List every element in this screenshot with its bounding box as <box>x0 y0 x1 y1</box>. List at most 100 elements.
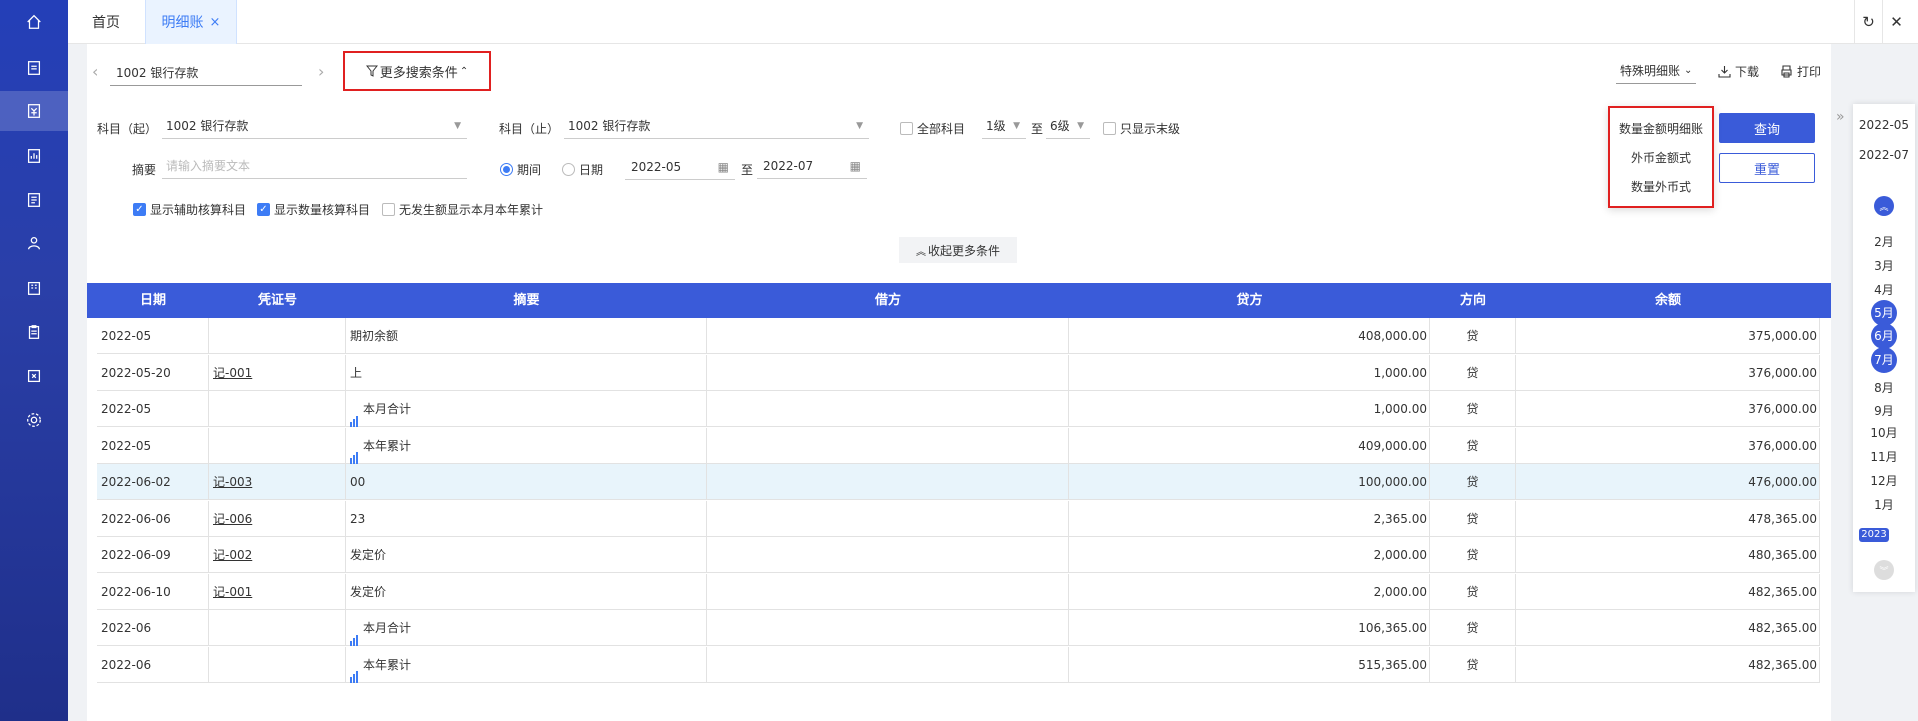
cell-credit: 1,000.00 <box>1069 354 1430 391</box>
all-subjects-checkbox[interactable]: 全部科目 <box>900 120 965 137</box>
cell-debit <box>707 354 1069 391</box>
col-date: 日期 <box>139 293 166 308</box>
table-row[interactable]: 2022-05-20 记-001 上 1,000.00 贷 376,000.00 <box>97 354 1820 391</box>
voucher-icon[interactable] <box>0 48 68 88</box>
summary-input[interactable]: 请输入摘要文本 <box>162 153 467 179</box>
cell-dir: 贷 <box>1430 537 1516 573</box>
cell-debit <box>707 537 1069 573</box>
checkbox-checked: ✓ <box>257 203 270 216</box>
reset-button[interactable]: 重置 <box>1719 153 1815 183</box>
voucher-link[interactable]: 记-002 <box>213 548 252 562</box>
table-row[interactable]: 2022-06-06 记-006 23 2,365.00 贷 478,365.00 <box>97 500 1820 537</box>
month-item[interactable]: 8月 <box>1853 379 1915 396</box>
subject-from-select[interactable]: 1002 银行存款 ▼ <box>162 113 467 139</box>
building-icon[interactable] <box>0 268 68 308</box>
voucher-link[interactable]: 记-003 <box>213 475 252 489</box>
download-button[interactable]: 下载 <box>1718 58 1759 84</box>
special-ledger-select[interactable]: 特殊明细账 ⌄ <box>1616 58 1697 84</box>
checkbox-box <box>1103 122 1116 135</box>
table-row[interactable]: 2022-05 本年累计 409,000.00 贷 376,000.00 <box>97 427 1820 464</box>
table-row[interactable]: 2022-06-10 记-001 发定价 2,000.00 贷 482,365.00 <box>97 573 1820 610</box>
home-icon[interactable] <box>0 2 68 42</box>
tax-icon[interactable] <box>0 356 68 396</box>
prev-subject-icon[interactable]: ‹ <box>92 62 98 81</box>
month-item[interactable]: 9月 <box>1853 402 1915 419</box>
show-aux-checkbox[interactable]: ✓ 显示辅助核算科目 <box>133 201 246 218</box>
month-item[interactable]: 7月 <box>1853 347 1915 373</box>
dropdown-item-foreign-amount[interactable]: 外币金额式 <box>1610 149 1712 166</box>
col-voucher: 凭证号 <box>257 293 297 308</box>
show-aux-label: 显示辅助核算科目 <box>150 203 247 217</box>
voucher-link[interactable]: 记-006 <box>213 512 252 526</box>
month-item[interactable]: 11月 <box>1853 448 1915 465</box>
month-item[interactable]: 12月 <box>1853 472 1915 489</box>
print-button[interactable]: 打印 <box>1780 58 1821 84</box>
tab-detail-ledger[interactable]: 明细账 × <box>145 0 237 44</box>
date-radio[interactable]: 日期 <box>562 161 603 178</box>
no-amount-checkbox[interactable]: 无发生额显示本月本年累计 <box>382 201 543 218</box>
more-search-button[interactable]: 更多搜索条件 ⌃ <box>343 51 491 91</box>
voucher-link[interactable]: 记-001 <box>213 585 252 599</box>
summary-text: 本年累计 <box>363 657 412 672</box>
summary-text: 本年累计 <box>363 438 412 453</box>
filter-icon <box>365 65 378 77</box>
asset-icon[interactable] <box>0 223 68 263</box>
close-tab-icon[interactable]: × <box>210 15 221 30</box>
dropdown-item-qty-amount[interactable]: 数量金额明细账 <box>1610 120 1712 137</box>
next-subject-icon[interactable]: › <box>318 62 324 81</box>
month-item[interactable]: 2月 <box>1853 233 1915 250</box>
document-icon[interactable] <box>0 180 68 220</box>
level-to-select[interactable]: 6级 ▼ <box>1046 113 1090 139</box>
subject-to-select[interactable]: 1002 银行存款 ▼ <box>564 113 869 139</box>
table-row[interactable]: 2022-06-02 记-003 00 100,000.00 贷 476,000.00 <box>97 464 1820 500</box>
report-icon[interactable] <box>0 136 68 176</box>
cell-date: 2022-06-02 <box>97 464 209 500</box>
close-icon[interactable]: ✕ <box>1882 0 1910 44</box>
cell-dir: 贷 <box>1430 354 1516 391</box>
table-row[interactable]: 2022-06 本月合计 106,365.00 贷 482,365.00 <box>97 610 1820 646</box>
show-qty-checkbox[interactable]: ✓ 显示数量核算科目 <box>257 201 370 218</box>
subject-select[interactable]: 1002 银行存款 <box>110 60 302 86</box>
scroll-up-icon[interactable]: ︽ <box>1874 196 1894 216</box>
period-start[interactable]: 2022-05 <box>1853 118 1915 132</box>
ledger-icon[interactable] <box>0 91 68 131</box>
cell-summary: 本年累计 <box>346 646 707 683</box>
table-row[interactable]: 2022-06 本年累计 515,365.00 贷 482,365.00 <box>97 646 1820 683</box>
refresh-icon[interactable]: ↻ <box>1854 0 1882 44</box>
table-row[interactable]: 2022-05 期初余额 408,000.00 贷 375,000.00 <box>97 318 1820 354</box>
scroll-down-icon[interactable]: ︾ <box>1874 560 1894 580</box>
subject-from-label: 科目（起） <box>97 122 158 136</box>
cell-debit <box>707 500 1069 537</box>
table-row[interactable]: 2022-06-09 记-002 发定价 2,000.00 贷 480,365.00 <box>97 537 1820 573</box>
dropdown-item-qty-foreign[interactable]: 数量外币式 <box>1610 178 1712 195</box>
cell-voucher <box>209 427 346 464</box>
special-ledger-dropdown: 数量金额明细账 外币金额式 数量外币式 <box>1608 106 1714 208</box>
only-last-level-checkbox[interactable]: 只显示末级 <box>1103 120 1180 137</box>
month-item[interactable]: 3月 <box>1853 257 1915 274</box>
download-label: 下载 <box>1735 64 1760 79</box>
cell-balance: 482,365.00 <box>1516 610 1820 646</box>
expand-panel-icon[interactable]: » <box>1836 109 1845 125</box>
cell-credit: 515,365.00 <box>1069 646 1430 683</box>
period-radio[interactable]: 期间 <box>500 161 541 178</box>
month-item[interactable]: 10月 <box>1853 424 1915 441</box>
period-to-picker[interactable]: 2022-07 ▦ <box>757 153 867 179</box>
period-from-picker[interactable]: 2022-05 ▦ <box>625 154 735 180</box>
month-item[interactable]: 6月 <box>1853 323 1915 349</box>
voucher-link[interactable]: 记-001 <box>213 366 252 380</box>
collapse-conditions-button[interactable]: ︽ 收起更多条件 <box>899 237 1017 263</box>
clipboard-icon[interactable] <box>0 312 68 352</box>
cell-credit: 106,365.00 <box>1069 610 1430 646</box>
period-end[interactable]: 2022-07 <box>1853 148 1915 162</box>
month-item[interactable]: 4月 <box>1853 281 1915 298</box>
tab-home[interactable]: 首页 <box>92 0 120 44</box>
query-button[interactable]: 查询 <box>1719 113 1815 143</box>
month-item[interactable]: 1月 <box>1853 496 1915 513</box>
cell-date: 2022-06 <box>97 646 209 683</box>
table-row[interactable]: 2022-05 本月合计 1,000.00 贷 376,000.00 <box>97 391 1820 427</box>
bar-chart-icon <box>350 647 359 683</box>
cell-credit: 1,000.00 <box>1069 391 1430 427</box>
level-from-select[interactable]: 1级 ▼ <box>982 113 1026 139</box>
settings-icon[interactable] <box>0 400 68 440</box>
col-direction: 方向 <box>1459 293 1486 308</box>
